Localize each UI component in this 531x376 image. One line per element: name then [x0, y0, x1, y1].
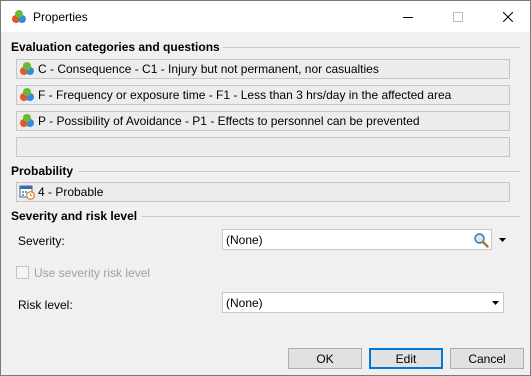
app-icon: [12, 10, 26, 23]
minimize-icon: [403, 16, 413, 18]
cancel-button[interactable]: Cancel: [450, 348, 524, 369]
severity-label: Severity:: [18, 234, 65, 248]
evaluation-item-empty[interactable]: [16, 137, 510, 157]
ok-button[interactable]: OK: [288, 348, 362, 369]
close-icon: [503, 11, 513, 22]
use-severity-label: Use severity risk level: [34, 266, 151, 280]
severity-risk-divider: [142, 216, 520, 217]
edit-button[interactable]: Edit: [369, 348, 443, 369]
category-icon: [20, 114, 34, 127]
evaluation-item-consequence[interactable]: C - Consequence - C1 - Injury but not pe…: [16, 59, 510, 79]
close-button[interactable]: [485, 1, 530, 32]
category-icon: [20, 62, 34, 75]
window-title: Properties: [33, 10, 88, 24]
evaluation-item-text: C - Consequence - C1 - Injury but not pe…: [38, 62, 379, 76]
minimize-button[interactable]: [385, 1, 431, 32]
chevron-down-icon: [491, 300, 499, 305]
severity-dropdown-button[interactable]: [494, 229, 511, 250]
severity-risk-heading: Severity and risk level: [11, 209, 138, 223]
risk-level-select[interactable]: (None): [222, 292, 504, 313]
risk-level-value: (None): [226, 295, 263, 310]
severity-search-button[interactable]: [471, 230, 491, 249]
maximize-button[interactable]: [435, 1, 481, 32]
evaluation-item-text: P - Possibility of Avoidance - P1 - Effe…: [38, 114, 420, 128]
properties-dialog: Properties Evaluation categories and que…: [0, 0, 531, 376]
risk-level-label: Risk level:: [18, 298, 73, 312]
maximize-icon: [453, 11, 463, 22]
title-bar[interactable]: Properties: [1, 1, 530, 32]
probability-value-box[interactable]: 4 - Probable: [16, 182, 510, 202]
chevron-down-icon: [499, 237, 506, 242]
evaluation-divider: [223, 47, 520, 48]
probability-value: 4 - Probable: [38, 185, 104, 199]
evaluation-heading: Evaluation categories and questions: [11, 40, 220, 54]
evaluation-item-frequency[interactable]: F - Frequency or exposure time - F1 - Le…: [16, 85, 510, 105]
use-severity-checkbox[interactable]: [16, 266, 29, 279]
category-icon: [20, 88, 34, 101]
severity-field[interactable]: (None): [222, 229, 492, 250]
calendar-clock-icon: [19, 185, 35, 200]
severity-value: (None): [226, 232, 263, 247]
risk-level-dropdown-button[interactable]: [487, 293, 503, 312]
evaluation-item-text: F - Frequency or exposure time - F1 - Le…: [38, 88, 452, 102]
probability-divider: [79, 171, 520, 172]
search-icon: [474, 232, 489, 248]
evaluation-item-avoidance[interactable]: P - Possibility of Avoidance - P1 - Effe…: [16, 111, 510, 131]
probability-heading: Probability: [11, 164, 74, 178]
